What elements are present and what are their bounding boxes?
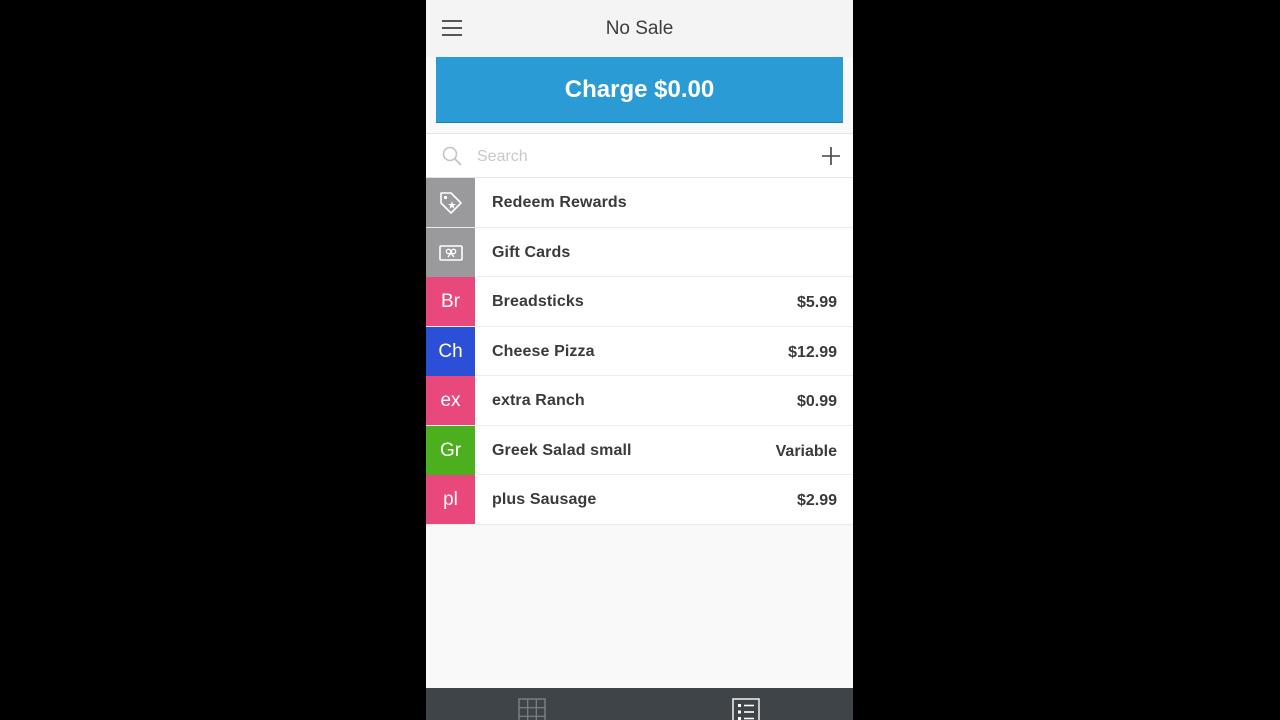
gift-card-icon bbox=[439, 244, 463, 261]
search-input[interactable] bbox=[475, 142, 799, 172]
item-price: $2.99 bbox=[796, 492, 837, 509]
item-name: Redeem Rewards bbox=[492, 194, 627, 211]
item-price: Variable bbox=[775, 442, 837, 460]
list-view-icon[interactable] bbox=[732, 698, 760, 720]
search-icon bbox=[442, 146, 462, 166]
item-list: Redeem Rewards Gift Cards Br Breadsticks… bbox=[426, 178, 853, 525]
item-name: extra Ranch bbox=[492, 392, 585, 409]
list-item-plus-sausage[interactable]: pl plus Sausage $2.99 bbox=[426, 475, 853, 525]
list-item-redeem-rewards[interactable]: Redeem Rewards bbox=[426, 178, 853, 228]
item-tile bbox=[426, 178, 475, 227]
item-name: Cheese Pizza bbox=[492, 342, 595, 360]
list-item-cheese-pizza[interactable]: Ch Cheese Pizza $12.99 bbox=[426, 326, 853, 376]
item-name: Greek Salad small bbox=[492, 441, 632, 459]
grid-view-icon[interactable] bbox=[518, 698, 546, 720]
list-item-gift-cards[interactable]: Gift Cards bbox=[426, 227, 853, 277]
item-price: $5.99 bbox=[796, 294, 837, 311]
item-tile: Ch bbox=[426, 326, 475, 376]
pos-screen: No Sale Charge $0.00 Redeem Rewards bbox=[426, 0, 853, 720]
item-price: $0.99 bbox=[796, 393, 837, 410]
page-title: No Sale bbox=[605, 18, 674, 39]
item-name: plus Sausage bbox=[492, 491, 597, 508]
list-item-extra-ranch[interactable]: ex extra Ranch $0.99 bbox=[426, 376, 853, 426]
item-tile: pl bbox=[426, 475, 475, 524]
search-bar bbox=[426, 133, 853, 178]
item-tile: Gr bbox=[426, 425, 475, 475]
list-item-greek-salad-small[interactable]: Gr Greek Salad small Variable bbox=[426, 425, 853, 475]
item-name: Gift Cards bbox=[492, 243, 571, 261]
bottom-tab-bar bbox=[426, 688, 853, 720]
reward-tag-icon bbox=[440, 192, 462, 214]
list-item-breadsticks[interactable]: Br Breadsticks $5.99 bbox=[426, 277, 853, 327]
item-tile: ex bbox=[426, 376, 475, 425]
item-name: Breadsticks bbox=[492, 293, 584, 310]
plus-icon[interactable] bbox=[821, 146, 841, 166]
item-tile: Br bbox=[426, 277, 475, 326]
top-bar: No Sale bbox=[426, 0, 853, 57]
item-tile bbox=[426, 227, 475, 277]
charge-button[interactable]: Charge $0.00 bbox=[436, 57, 843, 123]
item-price: $12.99 bbox=[788, 343, 837, 361]
